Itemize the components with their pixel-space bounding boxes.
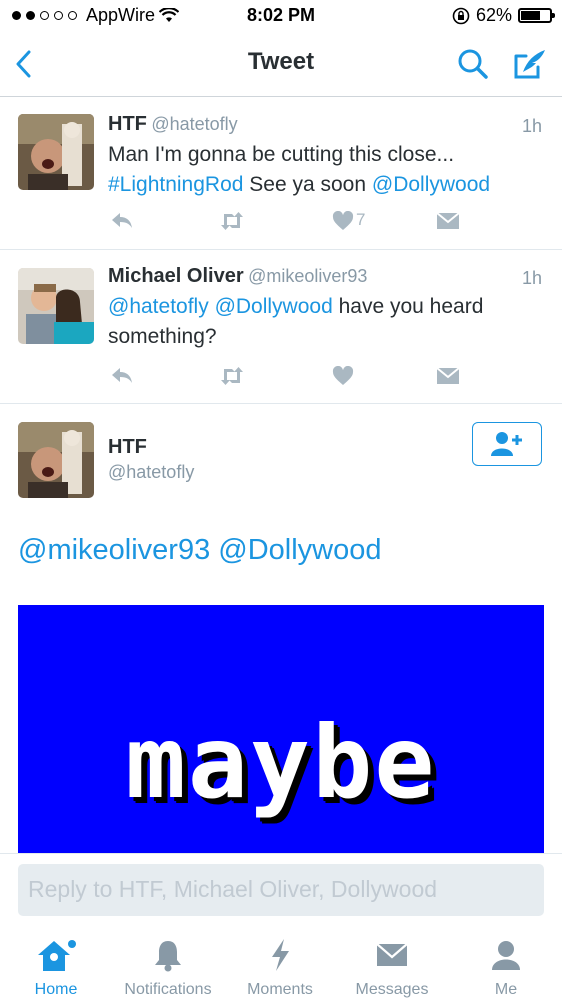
tweet-text: @hatetofly @Dollywood have you heard som… (108, 295, 484, 348)
battery-percent: 62% (475, 5, 512, 25)
tab-messages[interactable]: Messages (336, 938, 448, 999)
avatar[interactable] (18, 114, 94, 190)
avatar[interactable] (18, 268, 94, 344)
tweet-text: Man I'm gonna be cutting this close... #… (108, 143, 491, 196)
tab-label: Messages (355, 981, 429, 998)
hashtag-link[interactable]: #LightningRod (108, 173, 243, 196)
divider (0, 249, 562, 250)
tweet-time: 1h (521, 268, 542, 288)
home-icon (38, 940, 76, 971)
avatar[interactable] (18, 422, 94, 498)
tab-label: Me (494, 981, 518, 998)
envelope-icon (376, 943, 408, 966)
tweet-header: Michael Oliver @mikeoliver93 (108, 265, 367, 288)
battery-indicator: 62% (452, 5, 555, 26)
like-icon[interactable] (332, 211, 354, 231)
tweet-author-handle[interactable]: @mikeoliver93 (248, 266, 367, 286)
rotation-lock-icon (452, 7, 470, 24)
tab-moments[interactable]: Moments (224, 938, 336, 999)
status-bar: AppWire 8:02 PM 62% (0, 0, 562, 32)
reply-icon[interactable] (110, 366, 134, 386)
direct-message-icon[interactable] (436, 212, 460, 230)
tweet-actions (110, 364, 470, 390)
compose-quill-icon (514, 50, 545, 79)
reply-icon[interactable] (110, 211, 134, 231)
like-icon[interactable] (332, 366, 354, 386)
mention-link[interactable]: @Dollywood (372, 173, 490, 196)
compose-button[interactable] (510, 46, 550, 82)
person-icon (492, 941, 520, 970)
bell-icon (155, 941, 181, 972)
tweet-author-name[interactable]: Michael Oliver (108, 265, 244, 287)
retweet-icon[interactable] (218, 211, 246, 231)
gif-caption: maybe (125, 704, 437, 821)
nav-bar: Tweet (0, 32, 562, 97)
tweet-gif-media[interactable]: maybe (18, 605, 544, 855)
tweet-actions: 7 (110, 209, 470, 235)
like-count: 7 (356, 210, 366, 229)
tab-me[interactable]: Me (450, 938, 562, 999)
tab-label: Home (34, 981, 78, 998)
reply-input[interactable]: Reply to HTF, Michael Oliver, Dollywood (18, 864, 544, 916)
retweet-icon[interactable] (218, 366, 246, 386)
tab-home[interactable]: Home (0, 938, 112, 999)
focus-author-name[interactable]: HTF (108, 436, 147, 459)
tab-notifications[interactable]: Notifications (112, 938, 224, 999)
reply-placeholder: Reply to HTF, Michael Oliver, Dollywood (28, 876, 438, 902)
lightning-icon (272, 939, 289, 971)
battery-icon (518, 8, 555, 23)
focus-tweet-text[interactable]: @mikeoliver93 @Dollywood (18, 534, 382, 567)
divider (0, 403, 562, 404)
tweet-author-handle[interactable]: @hatetofly (151, 114, 237, 134)
follow-button[interactable] (472, 422, 542, 466)
focus-author-handle[interactable]: @hatetofly (108, 462, 194, 483)
tab-label: Notifications (124, 981, 212, 998)
add-user-icon (491, 432, 522, 456)
tweet-header: HTF @hatetofly (108, 113, 238, 136)
search-button[interactable] (455, 46, 491, 82)
search-icon (458, 49, 488, 79)
tweet-time: 1h (521, 116, 542, 136)
tweet-author-name[interactable]: HTF (108, 113, 147, 135)
tab-label: Moments (247, 981, 313, 998)
mention-link[interactable]: @Dollywood (215, 295, 333, 318)
mention-link[interactable]: @hatetofly (108, 295, 209, 318)
direct-message-icon[interactable] (436, 367, 460, 385)
